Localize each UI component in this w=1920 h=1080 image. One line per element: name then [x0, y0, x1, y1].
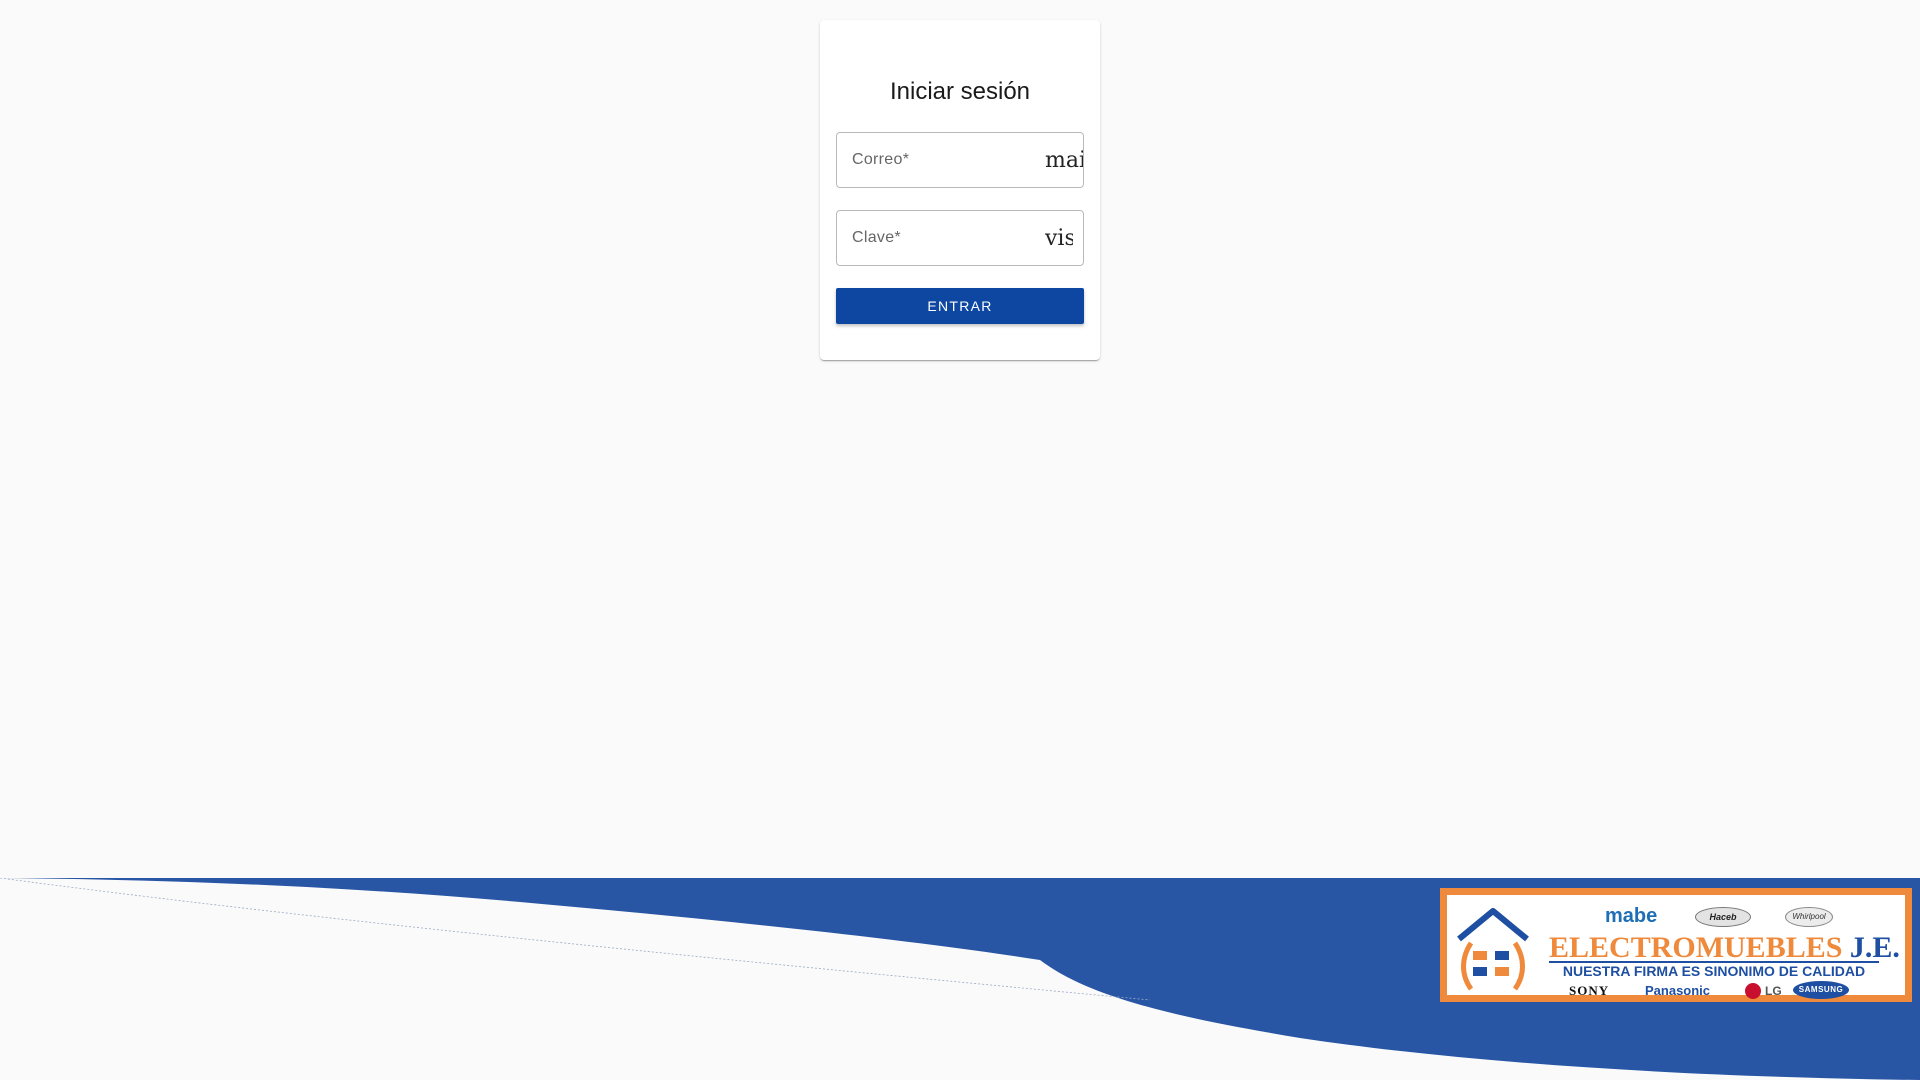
password-field[interactable]: Clave* visibility: [836, 210, 1084, 266]
partner-lg: LG: [1765, 984, 1782, 998]
brand-slogan: NUESTRA FIRMA ES SINONIMO DE CALIDAD: [1562, 963, 1866, 979]
brand-logo-panel: mabe Haceb Whirlpool ELECTROMUEBLES J.E.…: [1447, 895, 1905, 999]
partner-panasonic: Panasonic: [1645, 983, 1711, 998]
visibility-toggle-icon[interactable]: visibility: [1045, 226, 1073, 251]
lg-logo-icon: [1745, 983, 1761, 999]
partner-samsung: SAMSUNG: [1793, 981, 1849, 999]
partner-sony: SONY: [1569, 983, 1610, 998]
mail-icon: mail: [1045, 148, 1083, 173]
brand-top-row: mabe Haceb Whirlpool: [1557, 905, 1897, 929]
brand-partners-row: SONY Panasonic LG SAMSUNG: [1569, 981, 1879, 999]
login-card: Iniciar sesión Correo* mail Clave* visib…: [820, 20, 1100, 360]
brand-name-main: ELECTROMUEBLES: [1549, 931, 1843, 964]
brand-name: ELECTROMUEBLES J.E.: [1549, 931, 1900, 965]
brand-mabe: mabe: [1605, 905, 1658, 927]
submit-button[interactable]: ENTRAR: [836, 288, 1084, 324]
login-title: Iniciar sesión: [889, 78, 1031, 105]
email-field[interactable]: Correo* mail: [836, 132, 1084, 188]
brand-logo: mabe Haceb Whirlpool ELECTROMUEBLES J.E.…: [1440, 888, 1912, 1002]
house-logo-icon: [1457, 908, 1529, 991]
brand-whirlpool-badge: Whirlpool: [1785, 907, 1833, 927]
login-page: Iniciar sesión Correo* mail Clave* visib…: [0, 0, 1920, 1080]
brand-name-suffix: J.E.: [1849, 931, 1900, 964]
brand-haceb-badge: Haceb: [1695, 907, 1751, 927]
